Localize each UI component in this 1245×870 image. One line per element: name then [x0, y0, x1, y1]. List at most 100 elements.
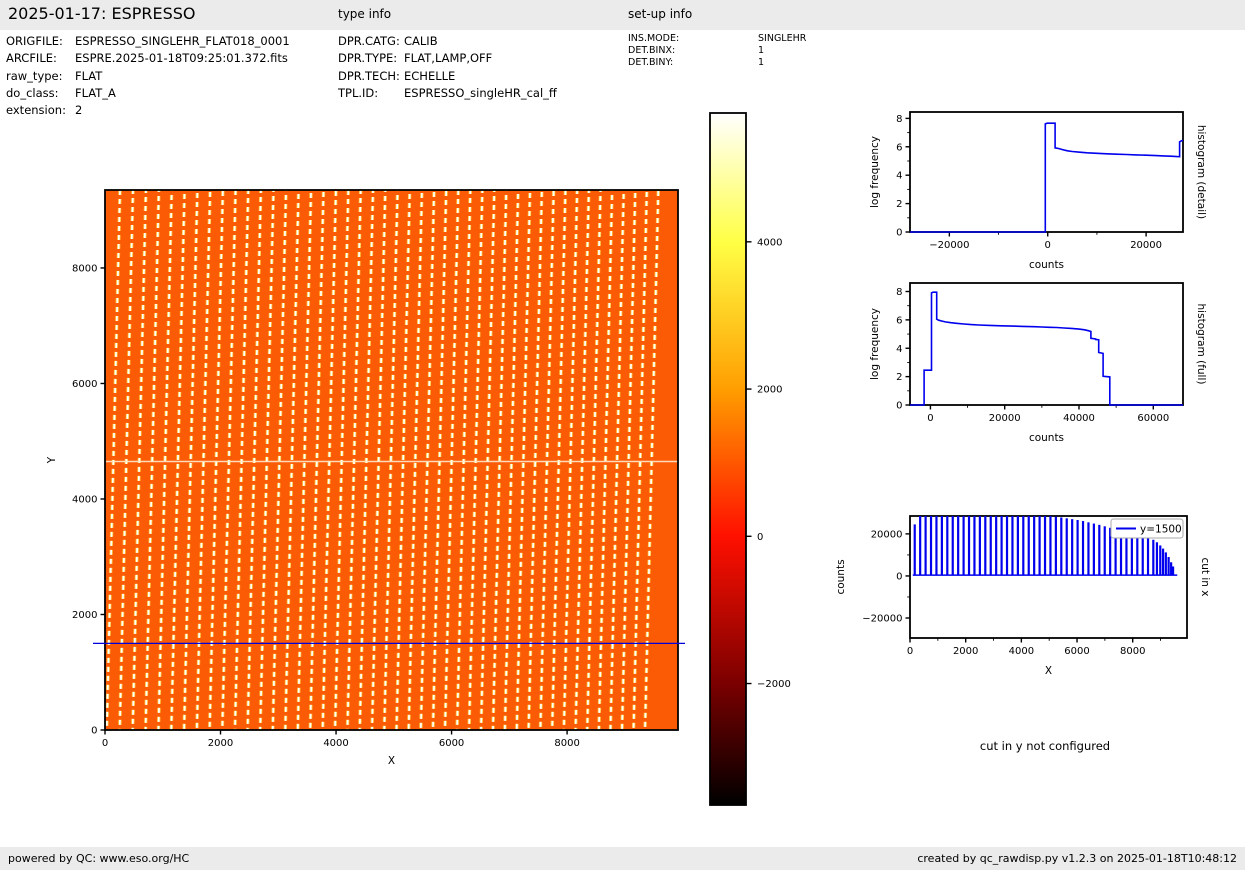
colorbar-tick-label: 4000: [757, 237, 782, 248]
info-label: INS.MODE:: [628, 33, 680, 44]
info-row: do_class: FLAT_A: [6, 85, 290, 102]
footer-right-text: created by qc_rawdisp.py v1.2.3 on 2025-…: [917, 852, 1237, 865]
x-tick-label: −20000: [929, 240, 969, 251]
footer-left-text: powered by QC: www.eso.org/HC: [8, 852, 190, 865]
info-row: TPL.ID: ESPRESSO_singleHR_cal_ff: [338, 85, 557, 102]
legend-label: y=1500: [1140, 524, 1182, 536]
info-row: INS.MODE: SINGLEHR: [628, 33, 806, 45]
page-title: 2025-01-17: ESPRESSO: [8, 4, 196, 23]
cut-in-y-note: cut in y not configured: [979, 739, 1111, 753]
x-tick-label: 0: [1045, 240, 1051, 251]
info-label: ORIGFILE:: [6, 34, 63, 48]
y-tick-label: −20000: [862, 614, 902, 625]
axes-frame: [909, 111, 1184, 233]
info-value: ESPRE.2025-01-18T09:25:01.372.fits: [75, 51, 288, 66]
info-label: ARCFILE:: [6, 51, 57, 66]
x-axis-label: X: [1045, 665, 1052, 677]
y-axis-label: log frequency: [869, 308, 881, 380]
info-label: DPR.TECH:: [338, 68, 400, 83]
y-tick-label: 2000: [72, 610, 97, 621]
y-tick-label: 8: [896, 114, 902, 125]
legend: y=1500: [1110, 518, 1184, 539]
right-axis-label: histogram (detail): [1195, 125, 1207, 219]
raw-image-plot: 0 2000 4000 6000 8000 0 2000 4000 6000 8000 X Y: [46, 189, 685, 767]
x-tick-label: 4000: [323, 738, 348, 749]
y-tick-label: 2: [896, 199, 902, 210]
y-tick-label: 6: [896, 142, 902, 153]
y-tick-label: 4: [896, 171, 902, 182]
info-label: DET.BINY:: [628, 56, 674, 68]
info-row: DPR.TECH: ECHELLE: [338, 68, 557, 85]
y-tick-label: 6000: [72, 379, 97, 390]
header-bar: 2025-01-17: ESPRESSO type info set-up in…: [0, 0, 1245, 30]
info-label: DPR.CATG:: [338, 34, 400, 48]
y-axis-label: log frequency: [869, 136, 881, 208]
info-row: DPR.TYPE: FLAT,LAMP,OFF: [338, 50, 557, 67]
x-tick-label: 6000: [439, 738, 464, 749]
info-label: TPL.ID:: [338, 85, 379, 100]
x-tick-label: 6000: [1064, 646, 1089, 657]
x-tick-label: 2000: [208, 738, 233, 749]
x-tick-label: 20000: [989, 413, 1021, 424]
y-tick-label: 4: [896, 344, 902, 355]
histogram-line: [910, 122, 1184, 233]
info-value: ECHELLE: [404, 68, 456, 83]
setup-info-block: INS.MODE: SINGLEHR DET.BINX: 1 DET.BINY: 1: [628, 33, 806, 68]
info-value: SINGLEHR: [758, 33, 807, 44]
colorbar-tick-label: −2000: [757, 679, 791, 690]
info-row: raw_type: FLAT: [6, 68, 290, 85]
cut-in-x-plot: 0 2000 4000 6000 8000 −20000 0 20000 Xcounts cut …: [835, 515, 1211, 677]
y-tick-label: 0: [896, 571, 902, 582]
colorbar-gradient: [710, 113, 746, 805]
x-axis-label: counts: [1029, 432, 1064, 444]
info-value: CALIB: [404, 34, 438, 48]
info-row: ARCFILE: ESPRE.2025-01-18T09:25:01.372.fi…: [6, 50, 290, 67]
info-row: DET.BINY: 1: [628, 57, 806, 69]
info-label: DPR.TYPE:: [338, 51, 398, 66]
y-tick-label: 4000: [72, 494, 97, 505]
x-tick-label: 8000: [554, 738, 579, 749]
info-label: do_class:: [6, 85, 59, 100]
axes: −20000 0 2000002468countslog frequency hist…: [869, 111, 1207, 271]
right-axis-label: cut in x: [1199, 557, 1211, 596]
histogram-full-plot: 0 20000 40000 60000 0 2 4 6 8 counts log frequency…: [869, 282, 1207, 444]
colorbar-tick-label: 2000: [757, 385, 782, 396]
right-axis-label: histogram (full): [1195, 304, 1207, 385]
info-value: ESPRESSO_singleHR_cal_ff: [404, 85, 557, 100]
x-tick-label: 60000: [1137, 413, 1169, 424]
y-tick-label: 8: [896, 287, 902, 298]
type-info-heading: type info: [338, 7, 392, 21]
info-label: DET.BINX:: [628, 44, 676, 56]
x-tick-label: 20000: [1130, 240, 1162, 251]
info-value: 1: [758, 44, 765, 56]
info-label: raw_type:: [6, 68, 63, 83]
histogram-detail-plot: −20000 0 2000002468countslog frequency hist…: [869, 111, 1207, 271]
y-tick-label: 20000: [871, 529, 903, 540]
setup-info-heading: set-up info: [628, 7, 693, 21]
x-tick-label: 4000: [1009, 646, 1034, 657]
x-tick-label: 0: [927, 413, 933, 424]
y-tick-label: 6: [896, 315, 902, 326]
info-value: FLAT,LAMP,OFF: [404, 51, 493, 66]
y-axis-label: counts: [835, 559, 847, 594]
y-tick-label: 0: [896, 401, 902, 412]
y-axis-label: Y: [46, 456, 58, 464]
footer-bar: powered by QC: www.eso.org/HC created by…: [0, 847, 1245, 870]
info-row: ORIGFILE: ESPRESSO_SINGLEHR_FLAT018_0001: [6, 33, 290, 50]
info-value: ESPRESSO_SINGLEHR_FLAT018_0001: [75, 34, 290, 48]
axes-frame: [909, 282, 1184, 406]
flat-field-image: [105, 190, 678, 730]
axes: 0 20000 40000 60000 0 2 4 6 8 counts log frequency…: [869, 282, 1207, 444]
info-row: DET.BINX: 1: [628, 45, 806, 57]
info-row: extension: 2: [6, 102, 290, 119]
type-info-block: DPR.CATG: CALIB DPR.TYPE: FLAT,LAMP,OFF DPR.…: [338, 33, 557, 102]
info-row: DPR.CATG: CALIB: [338, 33, 557, 50]
info-value: FLAT: [75, 68, 103, 83]
y-tick-label: 2: [896, 372, 902, 383]
y-tick-label: 8000: [72, 263, 97, 274]
info-value: FLAT_A: [75, 85, 116, 100]
x-tick-label: 0: [907, 646, 913, 657]
qc-rawdisp-page: 2025-01-17: ESPRESSO type info set-up in…: [0, 0, 1245, 870]
x-tick-label: 0: [102, 738, 108, 749]
info-label: extension:: [6, 103, 66, 118]
